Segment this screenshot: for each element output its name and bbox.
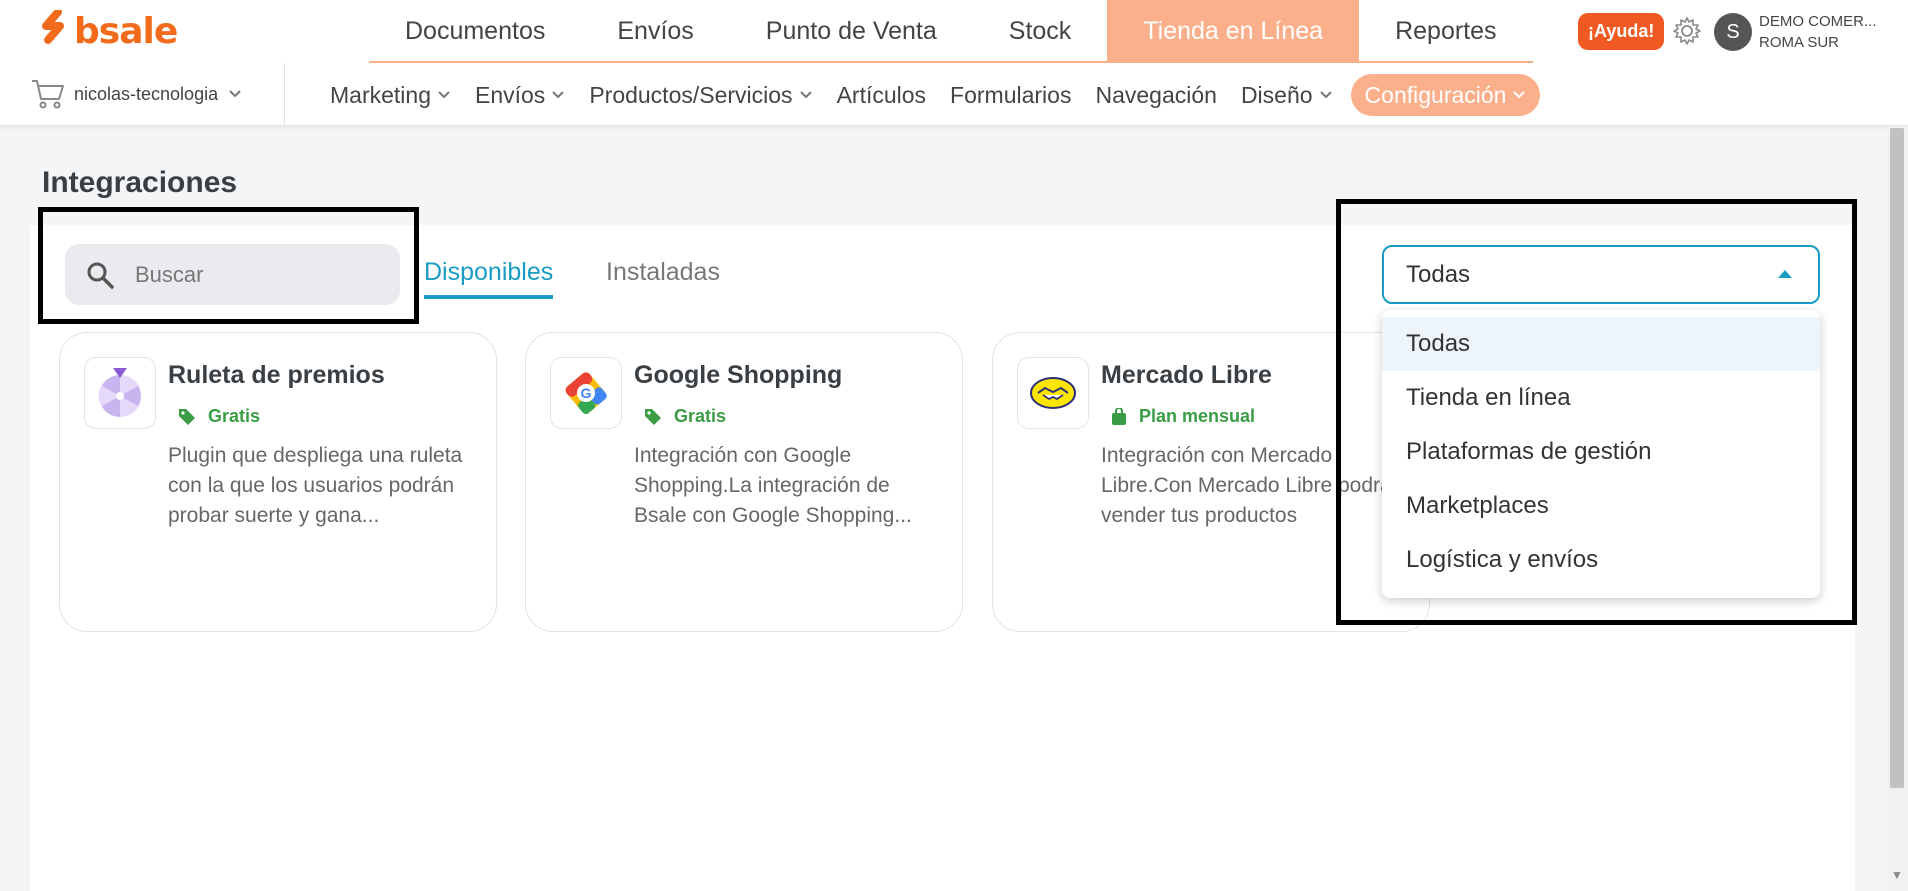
- scroll-down-arrow-icon[interactable]: ▼: [1891, 868, 1903, 882]
- sub-nav-configuracion[interactable]: Configuración: [1350, 74, 1541, 116]
- price-badge: Gratis: [178, 406, 260, 427]
- bsale-logo[interactable]: bsale: [38, 10, 178, 52]
- sub-nav-marketing[interactable]: Marketing: [330, 74, 451, 116]
- sub-nav-formularios[interactable]: Formularios: [950, 74, 1071, 116]
- roulette-icon: [99, 368, 141, 417]
- sub-bar: nicolas-tecnologia Marketing Envíos Prod…: [0, 63, 1908, 126]
- chevron-down-icon: [552, 91, 565, 99]
- search-highlight-box: [38, 207, 419, 324]
- chevron-down-icon: [799, 91, 812, 99]
- price-badge: Plan mensual: [1111, 406, 1255, 427]
- main-nav: Documentos Envíos Punto de Venta Stock T…: [369, 0, 1533, 63]
- tab-instaladas[interactable]: Instaladas: [606, 258, 720, 287]
- store-name: nicolas-tecnologia: [74, 83, 219, 104]
- integration-logo: G: [550, 357, 622, 429]
- integration-description: Plugin que despliega una ruleta con la q…: [168, 444, 463, 527]
- page-title: Integraciones: [42, 166, 238, 199]
- price-badge: Gratis: [644, 406, 726, 427]
- chevron-down-icon: [438, 91, 450, 99]
- price-label: Gratis: [208, 406, 261, 426]
- sub-nav-navegacion[interactable]: Navegación: [1095, 74, 1216, 116]
- main-nav-stock[interactable]: Stock: [973, 0, 1108, 63]
- price-label: Plan mensual: [1139, 406, 1256, 426]
- gear-icon[interactable]: [1671, 15, 1703, 47]
- integration-title: Mercado Libre: [1101, 361, 1272, 389]
- avatar[interactable]: S: [1714, 13, 1752, 51]
- tag-icon: [179, 408, 195, 425]
- svg-text:G: G: [581, 385, 592, 401]
- integration-card-ruleta[interactable]: Ruleta de premios Gratis Plugin que desp…: [59, 332, 497, 632]
- integration-card-google-shopping[interactable]: G Google Shopping Gratis Integración con…: [525, 332, 963, 632]
- mercado-libre-icon: [1030, 377, 1076, 409]
- sub-nav-envios[interactable]: Envíos: [475, 74, 565, 116]
- sub-nav-label: Marketing: [330, 81, 431, 108]
- brand-name: bsale: [74, 10, 178, 52]
- bag-icon: [1112, 407, 1126, 425]
- tab-disponibles[interactable]: Disponibles: [424, 258, 554, 299]
- sub-nav-productos-servicios[interactable]: Productos/Servicios: [589, 74, 812, 116]
- integration-logo: [1017, 357, 1089, 429]
- sub-nav-diseno[interactable]: Diseño: [1241, 74, 1333, 116]
- filter-highlight-box: [1336, 199, 1857, 625]
- account-company: DEMO COMER...: [1759, 13, 1877, 30]
- cart-icon: [32, 80, 64, 109]
- divider: [284, 63, 285, 126]
- sub-nav-label: Diseño: [1240, 81, 1313, 108]
- main-nav-punto-de-venta[interactable]: Punto de Venta: [730, 0, 973, 63]
- sub-nav-articulos[interactable]: Artículos: [837, 74, 926, 116]
- integration-title: Google Shopping: [634, 361, 843, 389]
- help-button[interactable]: ¡Ayuda!: [1578, 13, 1665, 50]
- top-bar: bsale Documentos Envíos Punto de Venta S…: [0, 0, 1908, 63]
- scrollbar-thumb[interactable]: [1890, 128, 1904, 788]
- account-branch: ROMA SUR: [1759, 34, 1840, 51]
- account-info[interactable]: DEMO COMER... ROMA SUR: [1759, 11, 1877, 53]
- integration-description: Integración con Google Shopping.La integ…: [634, 444, 912, 527]
- main-nav-envios[interactable]: Envíos: [581, 0, 729, 63]
- integration-title: Ruleta de premios: [168, 361, 385, 389]
- bsale-logo-icon: [42, 10, 64, 44]
- store-selector[interactable]: nicolas-tecnologia: [30, 77, 242, 111]
- tag-icon: [645, 408, 661, 425]
- chevron-down-icon: [1513, 91, 1526, 99]
- chevron-down-icon: [229, 90, 241, 98]
- sub-nav-label: Configuración: [1364, 81, 1507, 108]
- google-shopping-icon: G: [565, 372, 607, 415]
- price-label: Gratis: [674, 406, 727, 426]
- sub-nav-label: Envíos: [474, 81, 546, 108]
- main-nav-documentos[interactable]: Documentos: [369, 0, 581, 63]
- sub-nav-label: Productos/Servicios: [589, 81, 793, 108]
- main-nav-reportes[interactable]: Reportes: [1359, 0, 1532, 63]
- main-nav-tienda-en-linea[interactable]: Tienda en Línea: [1107, 0, 1360, 63]
- sub-nav: Marketing Envíos Productos/Servicios Art…: [330, 74, 1564, 116]
- chevron-down-icon: [1319, 91, 1332, 99]
- integration-logo: [84, 357, 156, 429]
